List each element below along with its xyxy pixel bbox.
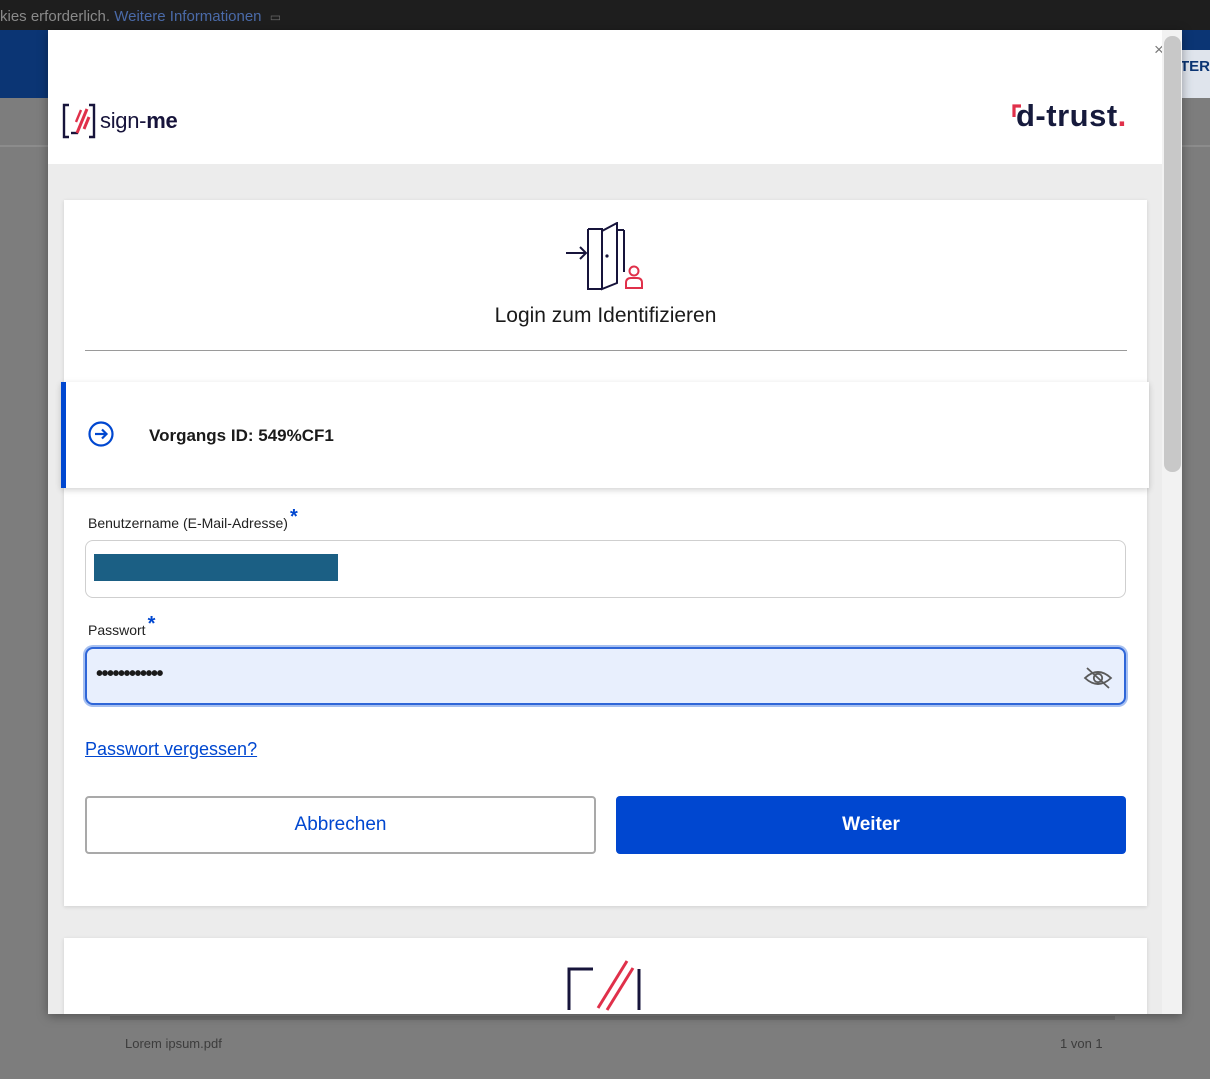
signature-card <box>64 938 1147 1014</box>
username-input[interactable] <box>85 540 1126 598</box>
pdf-page-count: 1 von 1 <box>1060 1036 1103 1051</box>
password-label: Passwort * <box>88 613 155 641</box>
password-label-text: Passwort <box>88 622 146 638</box>
dtrust-logo: d-trust. <box>1012 98 1127 134</box>
cookie-notice-text: kies erforderlich. <box>0 8 111 25</box>
signme-prefix: sign- <box>100 108 147 133</box>
signature-frame-icon <box>567 960 641 1011</box>
login-modal: × sign-me d-trust. Login zum Identifizie… <box>48 30 1182 1014</box>
signme-suffix: me <box>146 108 178 133</box>
process-id-banner: Vorgangs ID: 549%CF1 <box>61 382 1149 488</box>
required-marker: * <box>147 613 156 635</box>
next-button[interactable]: Weiter <box>616 796 1126 854</box>
process-id-text: Vorgangs ID: 549%CF1 <box>149 426 334 445</box>
pdf-file-name: Lorem ipsum.pdf <box>125 1036 222 1051</box>
dtrust-dot: . <box>1117 98 1127 133</box>
dtrust-text: d-trust <box>1016 98 1118 133</box>
card-title: Login zum Identifizieren <box>494 304 717 327</box>
password-input[interactable]: •••••••••••• <box>85 647 1126 705</box>
redacted-username <box>94 554 338 581</box>
password-value: •••••••••••• <box>96 663 164 685</box>
external-link-icon: ▭ <box>269 10 282 24</box>
username-label-text: Benutzername (E-Mail-Adresse) <box>88 515 288 531</box>
required-marker: * <box>289 506 298 528</box>
modal-scroll-thumb[interactable] <box>1164 36 1181 472</box>
login-card: Login zum Identifizieren Vorgangs ID: 54… <box>61 200 1149 906</box>
signme-logo: sign-me <box>62 102 178 140</box>
signme-logo-icon <box>62 103 96 139</box>
brand-header: sign-me d-trust. <box>48 70 1162 164</box>
eye-slash-icon[interactable] <box>1083 666 1113 690</box>
cookie-notice: kies erforderlich. Weitere Informationen… <box>0 8 281 25</box>
username-label: Benutzername (E-Mail-Adresse) * <box>88 506 298 534</box>
forgot-password-link[interactable]: Passwort vergessen? <box>85 739 257 760</box>
modal-content: sign-me d-trust. Login zum Identifiziere… <box>48 70 1162 1014</box>
arrow-circle-right-icon <box>88 421 114 447</box>
signme-wordmark: sign-me <box>100 108 178 134</box>
pdf-viewer-bar <box>110 1016 1115 1020</box>
cookie-info-link[interactable]: Weitere Informationen <box>114 8 261 25</box>
title-divider <box>85 350 1127 351</box>
cancel-button[interactable]: Abbrechen <box>85 796 596 854</box>
login-door-icon <box>566 222 643 291</box>
